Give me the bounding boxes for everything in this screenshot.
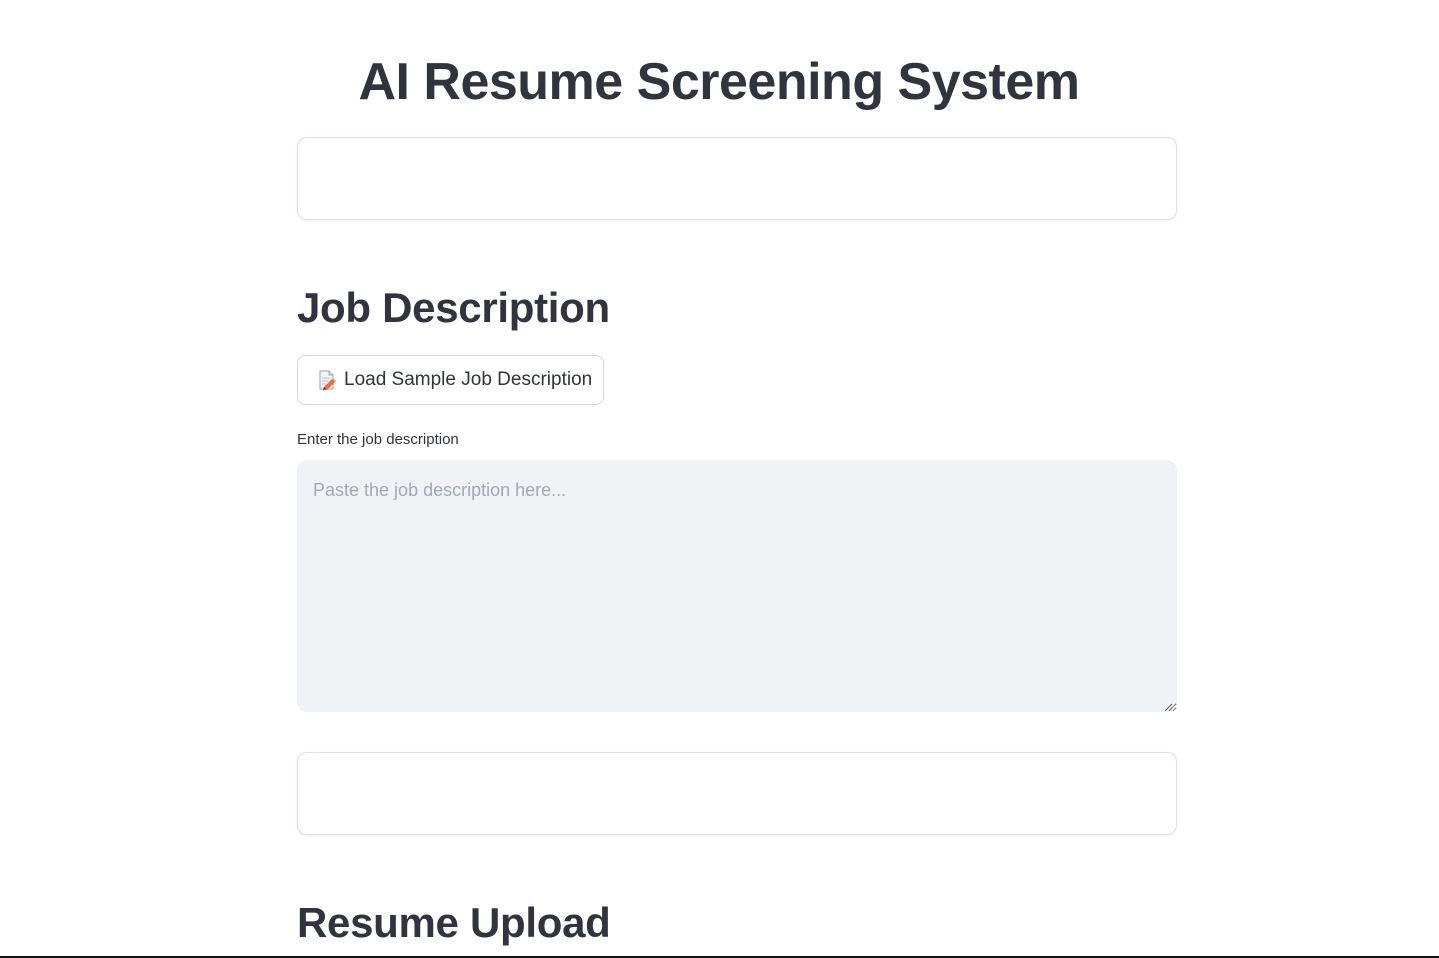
page-title: AI Resume Screening System (358, 53, 1080, 111)
load-sample-button-label: Load Sample Job Description (344, 369, 593, 390)
job-description-field-label: Enter the job description (297, 431, 459, 448)
textarea-resize-handle[interactable] (1163, 699, 1173, 712)
top-card-container (297, 137, 1177, 220)
app-page: AI Resume Screening System Job Descripti… (0, 0, 1439, 958)
job-description-textarea[interactable] (297, 460, 1177, 712)
middle-card-container (297, 752, 1177, 835)
job-description-heading: Job Description (297, 284, 610, 331)
memo-icon (318, 370, 336, 390)
resume-upload-heading: Resume Upload (297, 899, 611, 946)
load-sample-job-description-button[interactable]: Load Sample Job Description (297, 355, 604, 405)
